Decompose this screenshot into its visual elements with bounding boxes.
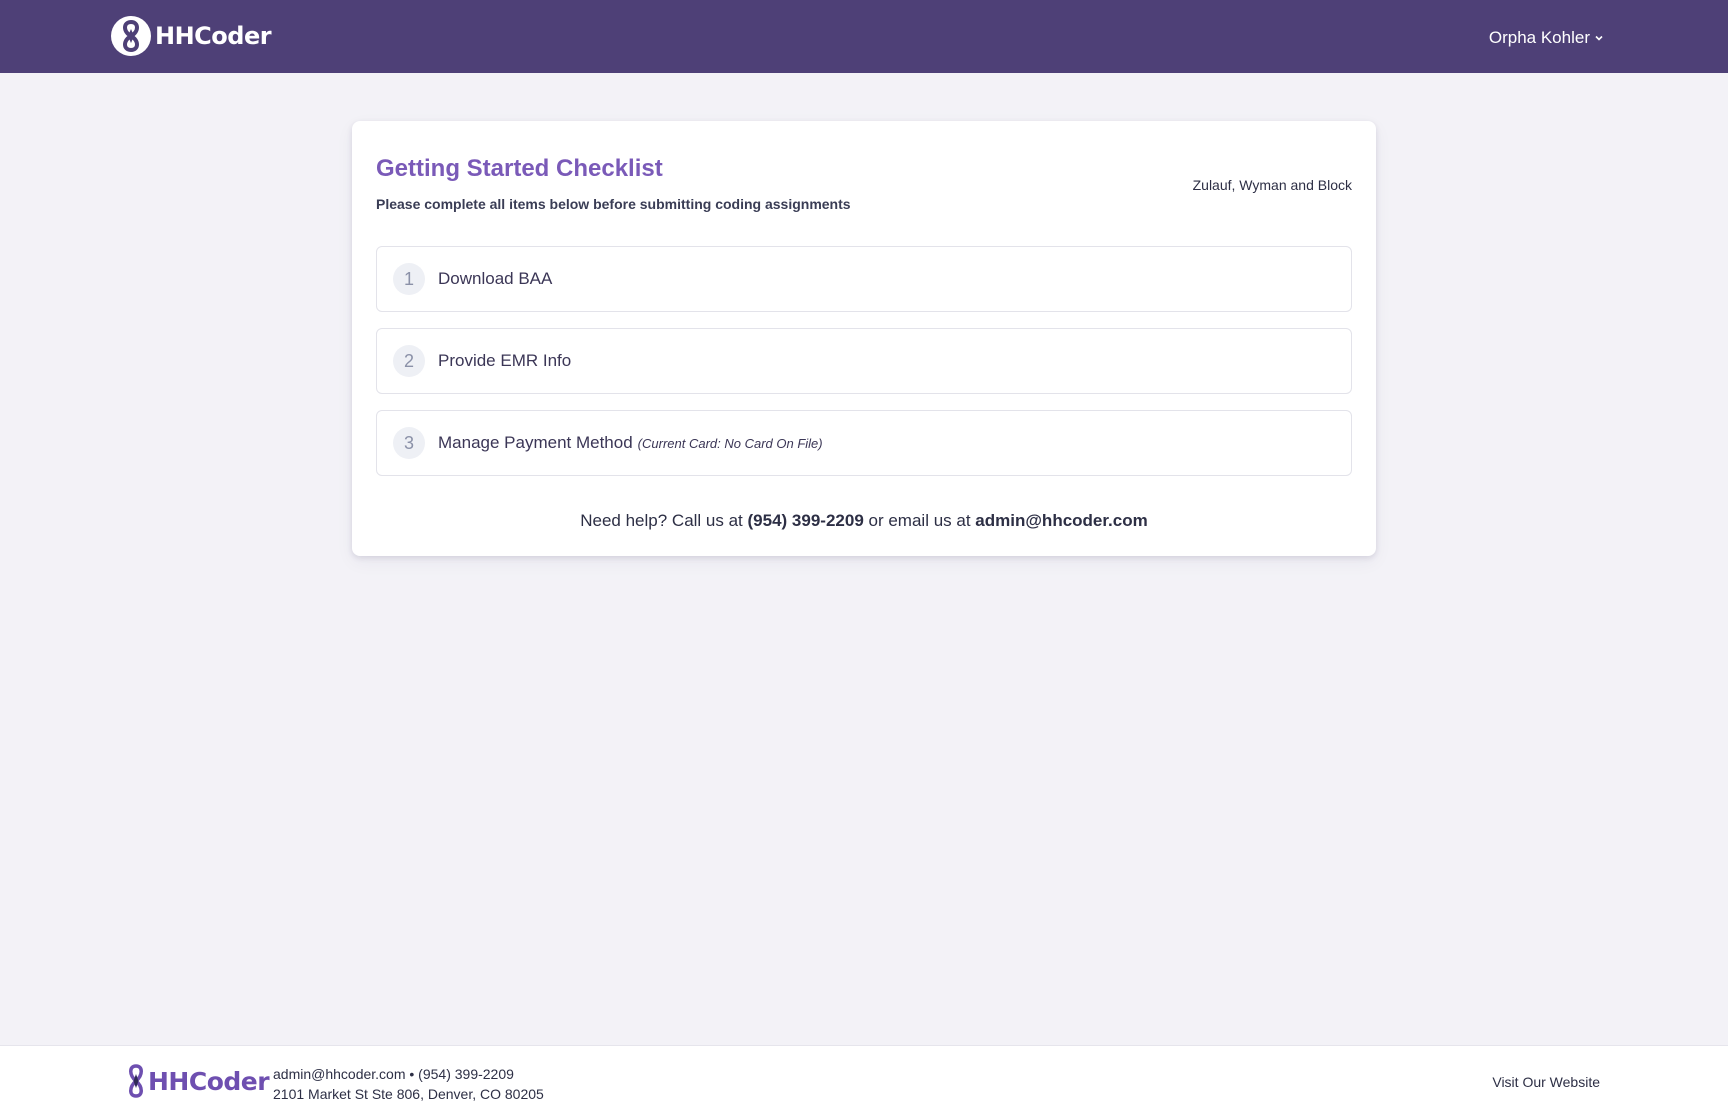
logo-icon [111, 16, 151, 56]
brand-name: HHCoder [155, 22, 272, 50]
checklist-item-provide-emr-info[interactable]: 2 Provide EMR Info [376, 328, 1352, 394]
help-phone-link[interactable]: (954) 399-2209 [748, 511, 864, 530]
page-footer: HHCoder admin@hhcoder.com • (954) 399-22… [0, 1045, 1728, 1117]
step-label: Manage Payment Method [438, 433, 633, 452]
top-navbar: HHCoder Orpha Kohler [0, 0, 1728, 73]
help-prefix: Need help? Call us at [580, 511, 743, 530]
user-name: Orpha Kohler [1488, 28, 1590, 47]
getting-started-card: Getting Started Checklist Please complet… [352, 121, 1376, 556]
footer-contact: admin@hhcoder.com • (954) 399-2209 2101 … [273, 1064, 544, 1104]
footer-contact-line: admin@hhcoder.com • (954) 399-2209 [273, 1066, 514, 1082]
footer-brand-name: HHCoder [148, 1066, 270, 1096]
page-subtitle: Please complete all items below before s… [376, 196, 851, 212]
organization-name: Zulauf, Wyman and Block [1192, 177, 1352, 193]
step-number: 1 [393, 263, 425, 295]
step-label: Download BAA [438, 269, 553, 288]
footer-address: 2101 Market St Ste 806, Denver, CO 80205 [273, 1086, 544, 1102]
user-menu-dropdown[interactable]: Orpha Kohler [1489, 28, 1604, 48]
current-card-note: (Current Card: No Card On File) [637, 435, 823, 451]
help-line: Need help? Call us at (954) 399-2209 or … [352, 511, 1376, 531]
brand-logo[interactable]: HHCoder [111, 16, 272, 56]
step-number: 3 [393, 427, 425, 459]
checklist-item-download-baa[interactable]: 1 Download BAA [376, 246, 1352, 312]
page-title: Getting Started Checklist [376, 155, 663, 182]
footer-logo-icon [129, 1064, 143, 1098]
step-label: Provide EMR Info [438, 351, 572, 370]
footer-logo[interactable]: HHCoder [126, 1064, 270, 1098]
help-email-link[interactable]: admin@hhcoder.com [975, 511, 1147, 530]
checklist-item-manage-payment-method[interactable]: 3 Manage Payment Method (Current Card: N… [376, 410, 1352, 476]
chevron-down-icon [1595, 35, 1603, 41]
step-number: 2 [393, 345, 425, 377]
help-middle: or email us at [868, 511, 971, 530]
visit-website-link[interactable]: Visit Our Website [1492, 1074, 1600, 1090]
